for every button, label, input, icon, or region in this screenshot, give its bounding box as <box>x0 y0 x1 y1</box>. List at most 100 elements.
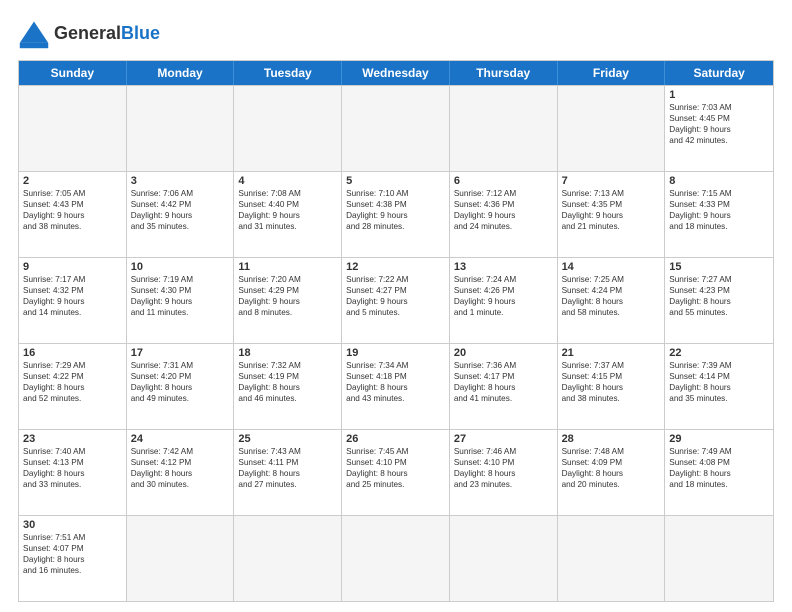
day-info: Sunrise: 7:37 AM Sunset: 4:15 PM Dayligh… <box>562 360 661 404</box>
calendar-cell: 17Sunrise: 7:31 AM Sunset: 4:20 PM Dayli… <box>127 344 235 429</box>
day-number: 30 <box>23 519 122 531</box>
calendar-cell: 5Sunrise: 7:10 AM Sunset: 4:38 PM Daylig… <box>342 172 450 257</box>
day-info: Sunrise: 7:03 AM Sunset: 4:45 PM Dayligh… <box>669 102 769 146</box>
day-number: 7 <box>562 175 661 187</box>
calendar-row-2: 9Sunrise: 7:17 AM Sunset: 4:32 PM Daylig… <box>19 257 773 343</box>
logo: GeneralBlue <box>18 18 160 50</box>
calendar-cell: 28Sunrise: 7:48 AM Sunset: 4:09 PM Dayli… <box>558 430 666 515</box>
day-number: 14 <box>562 261 661 273</box>
weekday-header-wednesday: Wednesday <box>342 61 450 85</box>
calendar-cell: 18Sunrise: 7:32 AM Sunset: 4:19 PM Dayli… <box>234 344 342 429</box>
day-info: Sunrise: 7:12 AM Sunset: 4:36 PM Dayligh… <box>454 188 553 232</box>
logo-text: GeneralBlue <box>54 24 160 44</box>
calendar-cell: 25Sunrise: 7:43 AM Sunset: 4:11 PM Dayli… <box>234 430 342 515</box>
calendar-cell: 12Sunrise: 7:22 AM Sunset: 4:27 PM Dayli… <box>342 258 450 343</box>
calendar-cell: 27Sunrise: 7:46 AM Sunset: 4:10 PM Dayli… <box>450 430 558 515</box>
day-info: Sunrise: 7:05 AM Sunset: 4:43 PM Dayligh… <box>23 188 122 232</box>
day-number: 18 <box>238 347 337 359</box>
calendar-cell: 7Sunrise: 7:13 AM Sunset: 4:35 PM Daylig… <box>558 172 666 257</box>
day-number: 21 <box>562 347 661 359</box>
calendar-cell <box>127 86 235 171</box>
calendar-cell: 19Sunrise: 7:34 AM Sunset: 4:18 PM Dayli… <box>342 344 450 429</box>
day-number: 29 <box>669 433 769 445</box>
calendar-cell <box>234 516 342 601</box>
day-number: 26 <box>346 433 445 445</box>
day-number: 6 <box>454 175 553 187</box>
day-number: 5 <box>346 175 445 187</box>
page: GeneralBlue SundayMondayTuesdayWednesday… <box>0 0 792 612</box>
calendar-cell: 15Sunrise: 7:27 AM Sunset: 4:23 PM Dayli… <box>665 258 773 343</box>
calendar-cell: 3Sunrise: 7:06 AM Sunset: 4:42 PM Daylig… <box>127 172 235 257</box>
day-number: 9 <box>23 261 122 273</box>
calendar-cell <box>665 516 773 601</box>
day-info: Sunrise: 7:49 AM Sunset: 4:08 PM Dayligh… <box>669 446 769 490</box>
day-info: Sunrise: 7:46 AM Sunset: 4:10 PM Dayligh… <box>454 446 553 490</box>
calendar-cell: 21Sunrise: 7:37 AM Sunset: 4:15 PM Dayli… <box>558 344 666 429</box>
weekday-header-monday: Monday <box>127 61 235 85</box>
calendar-cell: 6Sunrise: 7:12 AM Sunset: 4:36 PM Daylig… <box>450 172 558 257</box>
day-number: 8 <box>669 175 769 187</box>
day-info: Sunrise: 7:42 AM Sunset: 4:12 PM Dayligh… <box>131 446 230 490</box>
day-number: 2 <box>23 175 122 187</box>
weekday-header-friday: Friday <box>558 61 666 85</box>
calendar-cell: 26Sunrise: 7:45 AM Sunset: 4:10 PM Dayli… <box>342 430 450 515</box>
calendar-cell: 11Sunrise: 7:20 AM Sunset: 4:29 PM Dayli… <box>234 258 342 343</box>
calendar-cell: 10Sunrise: 7:19 AM Sunset: 4:30 PM Dayli… <box>127 258 235 343</box>
generalblue-logo-icon <box>18 18 50 50</box>
calendar-cell <box>342 516 450 601</box>
day-number: 11 <box>238 261 337 273</box>
day-info: Sunrise: 7:15 AM Sunset: 4:33 PM Dayligh… <box>669 188 769 232</box>
day-number: 13 <box>454 261 553 273</box>
day-info: Sunrise: 7:13 AM Sunset: 4:35 PM Dayligh… <box>562 188 661 232</box>
calendar-cell <box>450 86 558 171</box>
day-info: Sunrise: 7:34 AM Sunset: 4:18 PM Dayligh… <box>346 360 445 404</box>
calendar-cell: 30Sunrise: 7:51 AM Sunset: 4:07 PM Dayli… <box>19 516 127 601</box>
day-number: 24 <box>131 433 230 445</box>
day-number: 23 <box>23 433 122 445</box>
day-info: Sunrise: 7:20 AM Sunset: 4:29 PM Dayligh… <box>238 274 337 318</box>
day-info: Sunrise: 7:10 AM Sunset: 4:38 PM Dayligh… <box>346 188 445 232</box>
day-info: Sunrise: 7:22 AM Sunset: 4:27 PM Dayligh… <box>346 274 445 318</box>
day-number: 1 <box>669 89 769 101</box>
calendar-cell <box>234 86 342 171</box>
calendar-cell: 29Sunrise: 7:49 AM Sunset: 4:08 PM Dayli… <box>665 430 773 515</box>
calendar-row-1: 2Sunrise: 7:05 AM Sunset: 4:43 PM Daylig… <box>19 171 773 257</box>
calendar-cell <box>19 86 127 171</box>
day-info: Sunrise: 7:32 AM Sunset: 4:19 PM Dayligh… <box>238 360 337 404</box>
calendar-cell: 14Sunrise: 7:25 AM Sunset: 4:24 PM Dayli… <box>558 258 666 343</box>
day-info: Sunrise: 7:17 AM Sunset: 4:32 PM Dayligh… <box>23 274 122 318</box>
calendar-cell: 8Sunrise: 7:15 AM Sunset: 4:33 PM Daylig… <box>665 172 773 257</box>
calendar-cell: 4Sunrise: 7:08 AM Sunset: 4:40 PM Daylig… <box>234 172 342 257</box>
calendar-cell: 24Sunrise: 7:42 AM Sunset: 4:12 PM Dayli… <box>127 430 235 515</box>
calendar-cell: 20Sunrise: 7:36 AM Sunset: 4:17 PM Dayli… <box>450 344 558 429</box>
day-number: 27 <box>454 433 553 445</box>
day-number: 17 <box>131 347 230 359</box>
calendar-cell <box>450 516 558 601</box>
day-info: Sunrise: 7:25 AM Sunset: 4:24 PM Dayligh… <box>562 274 661 318</box>
day-number: 20 <box>454 347 553 359</box>
calendar-cell: 22Sunrise: 7:39 AM Sunset: 4:14 PM Dayli… <box>665 344 773 429</box>
weekday-header-sunday: Sunday <box>19 61 127 85</box>
day-number: 28 <box>562 433 661 445</box>
day-number: 12 <box>346 261 445 273</box>
day-info: Sunrise: 7:08 AM Sunset: 4:40 PM Dayligh… <box>238 188 337 232</box>
day-info: Sunrise: 7:51 AM Sunset: 4:07 PM Dayligh… <box>23 532 122 576</box>
day-number: 15 <box>669 261 769 273</box>
day-info: Sunrise: 7:29 AM Sunset: 4:22 PM Dayligh… <box>23 360 122 404</box>
day-info: Sunrise: 7:27 AM Sunset: 4:23 PM Dayligh… <box>669 274 769 318</box>
calendar-cell <box>558 516 666 601</box>
calendar-cell: 16Sunrise: 7:29 AM Sunset: 4:22 PM Dayli… <box>19 344 127 429</box>
day-info: Sunrise: 7:24 AM Sunset: 4:26 PM Dayligh… <box>454 274 553 318</box>
day-info: Sunrise: 7:48 AM Sunset: 4:09 PM Dayligh… <box>562 446 661 490</box>
calendar-cell <box>127 516 235 601</box>
calendar-cell: 1Sunrise: 7:03 AM Sunset: 4:45 PM Daylig… <box>665 86 773 171</box>
day-number: 22 <box>669 347 769 359</box>
calendar-row-4: 23Sunrise: 7:40 AM Sunset: 4:13 PM Dayli… <box>19 429 773 515</box>
header: GeneralBlue <box>18 18 774 50</box>
day-info: Sunrise: 7:43 AM Sunset: 4:11 PM Dayligh… <box>238 446 337 490</box>
weekday-header-saturday: Saturday <box>665 61 773 85</box>
calendar-row-0: 1Sunrise: 7:03 AM Sunset: 4:45 PM Daylig… <box>19 85 773 171</box>
weekday-header-tuesday: Tuesday <box>234 61 342 85</box>
day-number: 19 <box>346 347 445 359</box>
calendar: SundayMondayTuesdayWednesdayThursdayFrid… <box>18 60 774 602</box>
